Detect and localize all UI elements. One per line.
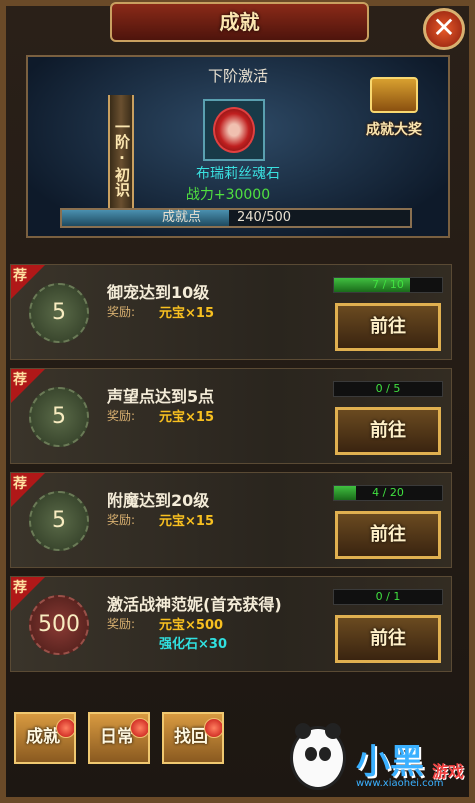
task-progress-text: 0 / 1 <box>375 590 401 603</box>
tab-label: 找回 <box>174 727 208 747</box>
task-progress-bar: 0 / 5 <box>333 381 443 397</box>
reward-badge-icon: 5 <box>29 283 89 343</box>
task-title: 激活战神范妮(首充获得) <box>107 595 282 614</box>
task-reward-gold: 元宝×15 <box>159 410 214 425</box>
tab-retrieve[interactable]: 找回 <box>162 712 224 764</box>
task-row: 荐 5 声望点达到5点奖励: 元宝×15 0 / 5 前往 <box>10 368 452 464</box>
stage-label: 一阶·初识 <box>108 95 134 215</box>
go-button[interactable]: 前往 <box>335 615 441 663</box>
panda-mascot-icon <box>290 723 346 790</box>
tab-achievement[interactable]: 成就 <box>14 712 76 764</box>
task-reward-label: 奖励: <box>107 513 136 527</box>
next-stage-banner: 下阶激活 一阶·初识 布瑞莉丝魂石 战力+30000 成就大奖 成就点 240/… <box>26 55 450 238</box>
window-title: 成就 <box>110 2 369 42</box>
next-activate-label: 下阶激活 <box>207 67 268 85</box>
go-button[interactable]: 前往 <box>335 407 441 455</box>
treasure-chest-icon <box>370 77 418 113</box>
go-button[interactable]: 前往 <box>335 303 441 351</box>
notification-dot-icon <box>130 718 148 738</box>
notification-dot-icon <box>56 718 74 738</box>
task-reward-gold: 元宝×15 <box>159 306 214 321</box>
task-title: 声望点达到5点 <box>107 387 215 406</box>
task-progress-text: 4 / 20 <box>372 486 404 499</box>
task-row: 荐 5 附魔达到20级奖励: 元宝×15 4 / 20 前往 <box>10 472 452 568</box>
close-icon: ✕ <box>432 11 456 44</box>
task-progress-text: 7 / 10 <box>372 278 404 291</box>
task-reward-label: 奖励: <box>107 409 136 423</box>
tab-daily[interactable]: 日常 <box>88 712 150 764</box>
recommend-label: 荐 <box>13 372 27 388</box>
task-row: 荐 5 御宠达到10级奖励: 元宝×15 7 / 10 前往 <box>10 264 452 360</box>
task-progress-bar: 4 / 20 <box>333 485 443 501</box>
reward-badge-icon: 5 <box>29 491 89 551</box>
recommend-label: 荐 <box>13 268 27 284</box>
reward-badge-icon: 5 <box>29 387 89 447</box>
reward-item-slot[interactable] <box>203 99 265 161</box>
notification-dot-icon <box>204 718 222 738</box>
recommend-label: 荐 <box>13 476 27 492</box>
go-button[interactable]: 前往 <box>335 511 441 559</box>
reward-item-power: 战力+30000 <box>185 187 271 203</box>
tab-label: 日常 <box>100 727 134 747</box>
task-progress-bar: 0 / 1 <box>333 589 443 605</box>
achievement-points-value: 240/500 <box>237 210 292 225</box>
task-reward-gold: 元宝×15 <box>159 514 214 529</box>
achievement-points-bar: 成就点 240/500 <box>60 208 412 228</box>
task-row: 荐 500 激活战神范妮(首充获得) 奖励: 元宝×500 强化石×30 0 / 1 前往 <box>10 576 452 672</box>
tab-label: 成就 <box>26 727 60 747</box>
reward-badge-icon: 500 <box>29 595 89 655</box>
task-progress-bar: 7 / 10 <box>333 277 443 293</box>
site-watermark: 小黑 游戏 www.xiaohei.com <box>290 716 470 800</box>
reward-item-name: 布瑞莉丝魂石 <box>196 166 280 182</box>
watermark-text: 小黑 <box>356 742 424 782</box>
achievement-chest-label: 成就大奖 <box>366 122 422 138</box>
task-progress-text: 0 / 5 <box>375 382 401 395</box>
achievement-chest-button[interactable] <box>358 67 430 123</box>
watermark-url: www.xiaohei.com <box>356 778 444 789</box>
task-reward-gold: 元宝×500 <box>159 618 224 633</box>
task-reward-stone: 强化石×30 <box>159 637 227 652</box>
task-reward-label: 奖励: <box>107 617 136 631</box>
soul-stone-icon <box>213 107 255 153</box>
task-title: 附魔达到20级 <box>107 491 210 510</box>
achievement-points-fill <box>62 210 230 226</box>
task-title: 御宠达到10级 <box>107 283 210 302</box>
recommend-label: 荐 <box>13 580 27 596</box>
achievement-points-label: 成就点 <box>162 210 202 225</box>
close-button[interactable]: ✕ <box>423 8 465 50</box>
task-reward-label: 奖励: <box>107 305 136 319</box>
